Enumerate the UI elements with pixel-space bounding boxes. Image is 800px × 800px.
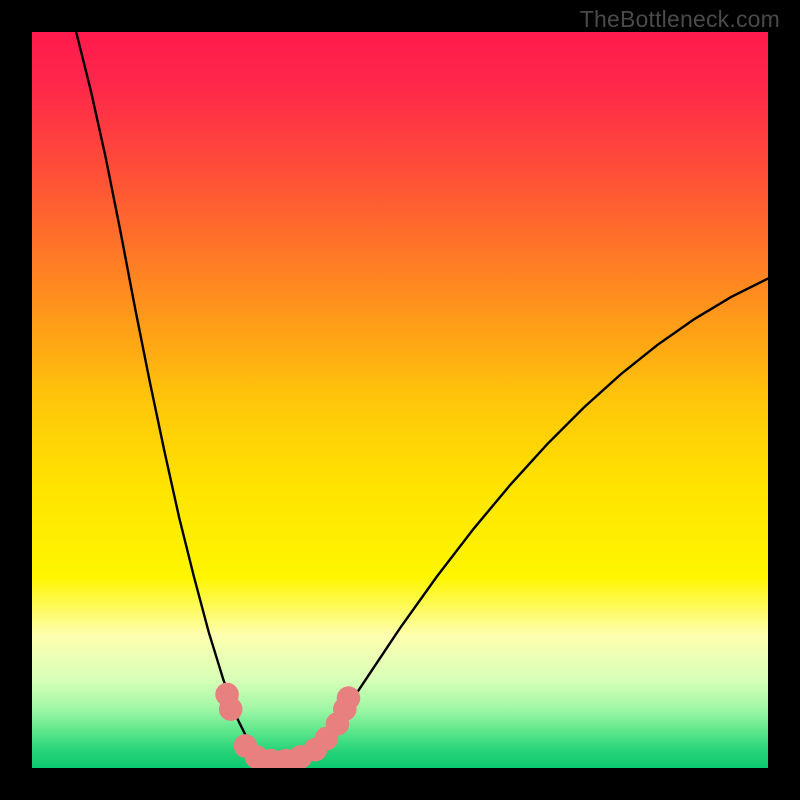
chart-frame: TheBottleneck.com: [0, 0, 800, 800]
marker-point: [337, 686, 361, 710]
plot-area: [32, 32, 768, 768]
bottleneck-chart: [32, 32, 768, 768]
chart-background: [32, 32, 768, 768]
marker-point: [219, 697, 243, 721]
watermark-text: TheBottleneck.com: [580, 6, 780, 33]
